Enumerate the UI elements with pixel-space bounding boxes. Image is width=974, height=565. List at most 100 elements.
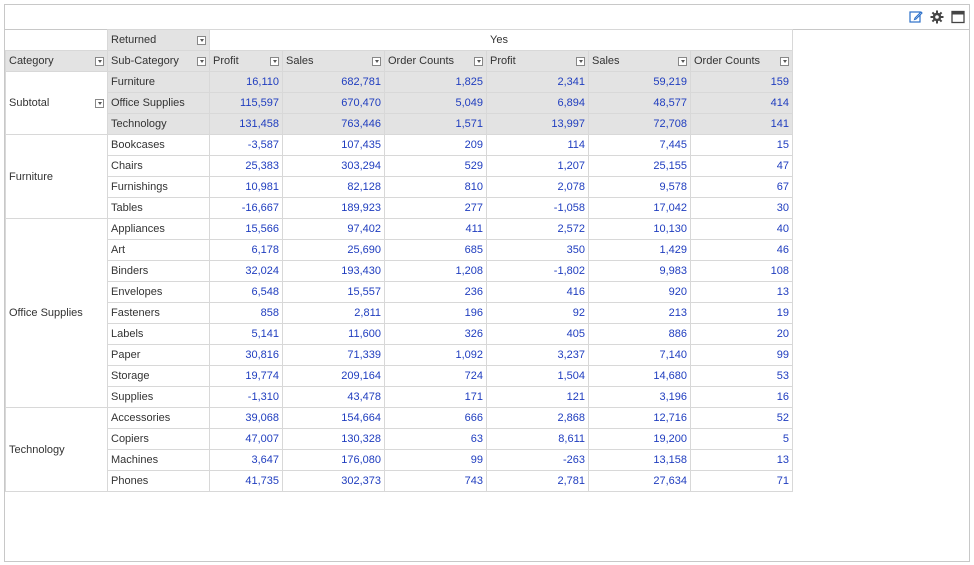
- value-cell: 302,373: [282, 470, 385, 492]
- measure-header-4[interactable]: Sales: [588, 50, 691, 72]
- table-row: Furnishings 10,981 82,128 810 2,078 9,578 67: [6, 176, 793, 198]
- value-cell: 59,219: [588, 71, 691, 93]
- chevron-down-icon[interactable]: [197, 56, 206, 66]
- value-cell: 48,577: [588, 92, 691, 114]
- subcategory-cell: Supplies: [107, 386, 210, 408]
- measure-header-3-content: Profit: [490, 55, 585, 67]
- measure-header-1[interactable]: Sales: [282, 50, 385, 72]
- measure-header-2-label: Order Counts: [388, 55, 455, 67]
- chevron-down-icon[interactable]: [197, 35, 206, 45]
- value-cell: 11,600: [282, 323, 385, 345]
- value-cell: 416: [486, 281, 589, 303]
- value-cell: 3,647: [209, 449, 283, 471]
- value-cell: 46: [690, 239, 793, 261]
- subtotal-row: Subtotal Furniture 16,110 682,781 1,825 2,341…: [5, 71, 793, 135]
- measure-header-4-label: Sales: [592, 55, 620, 67]
- table-row: Copiers 47,007 130,328 63 8,611 19,200 5: [6, 428, 793, 450]
- value-cell: 670,470: [282, 92, 385, 114]
- value-cell: -1,058: [486, 197, 589, 219]
- value-cell: 43,478: [282, 386, 385, 408]
- value-cell: 189,923: [282, 197, 385, 219]
- value-cell: 12,716: [588, 407, 691, 429]
- measure-header-3-label: Profit: [490, 55, 516, 67]
- value-cell: 72,708: [588, 113, 691, 135]
- value-cell: 6,178: [209, 239, 283, 261]
- measure-header-5-label: Order Counts: [694, 55, 761, 67]
- value-cell: 13: [690, 281, 793, 303]
- value-cell: 13: [690, 449, 793, 471]
- chevron-down-icon[interactable]: [678, 56, 687, 66]
- value-cell: 685: [384, 239, 487, 261]
- value-cell: 1,208: [384, 260, 487, 282]
- maximize-icon[interactable]: [950, 9, 965, 24]
- chevron-down-icon[interactable]: [372, 56, 381, 66]
- chevron-down-icon[interactable]: [576, 56, 585, 66]
- value-cell: 25,383: [209, 155, 283, 177]
- chevron-down-icon[interactable]: [270, 56, 279, 66]
- value-cell: 27,634: [588, 470, 691, 492]
- measure-header-2[interactable]: Order Counts: [384, 50, 487, 72]
- measure-header-0-label: Profit: [213, 55, 239, 67]
- category-header[interactable]: Category: [5, 50, 108, 72]
- value-cell: 141: [690, 113, 793, 135]
- subcategory-cell: Furnishings: [107, 176, 210, 198]
- subtotal-label-cell[interactable]: Subtotal: [5, 71, 108, 135]
- subtotal-subcategory: Furniture: [107, 71, 210, 93]
- chevron-down-icon[interactable]: [780, 56, 789, 66]
- category-header-content: Category: [9, 55, 104, 67]
- sub-category-header[interactable]: Sub-Category: [107, 50, 210, 72]
- measure-header-3[interactable]: Profit: [486, 50, 589, 72]
- subcategory-cell: Accessories: [107, 407, 210, 429]
- value-cell: 114: [486, 134, 589, 156]
- subcategory-cell: Copiers: [107, 428, 210, 450]
- value-cell: 25,690: [282, 239, 385, 261]
- value-cell: 25,155: [588, 155, 691, 177]
- category-header-label: Category: [9, 55, 54, 67]
- value-cell: 193,430: [282, 260, 385, 282]
- sub-category-header-label: Sub-Category: [111, 55, 179, 67]
- pivot-widget: Returned Yes Category Sub-Category Profit Sal…: [4, 4, 970, 562]
- chevron-down-icon[interactable]: [95, 98, 104, 108]
- value-cell: 3,196: [588, 386, 691, 408]
- value-cell: 30: [690, 197, 793, 219]
- value-cell: 32,024: [209, 260, 283, 282]
- returned-header[interactable]: Returned: [107, 29, 210, 51]
- subtotal-subcategory: Office Supplies: [107, 92, 210, 114]
- value-cell: 39,068: [209, 407, 283, 429]
- value-cell: 15,566: [209, 218, 283, 240]
- value-cell: 30,816: [209, 344, 283, 366]
- value-cell: 20: [690, 323, 793, 345]
- chevron-down-icon[interactable]: [95, 56, 104, 66]
- value-cell: 414: [690, 92, 793, 114]
- value-cell: 47,007: [209, 428, 283, 450]
- measure-header-0[interactable]: Profit: [209, 50, 283, 72]
- value-cell: 159: [690, 71, 793, 93]
- value-cell: 7,140: [588, 344, 691, 366]
- value-cell: 67: [690, 176, 793, 198]
- value-cell: 1,092: [384, 344, 487, 366]
- returned-header-label: Returned: [111, 34, 157, 46]
- value-cell: 405: [486, 323, 589, 345]
- value-cell: 19,200: [588, 428, 691, 450]
- edit-icon[interactable]: [908, 9, 923, 24]
- table-row: Furniture Bookcases -3,587 107,435 209 114 7,4…: [5, 134, 793, 219]
- measure-header-5[interactable]: Order Counts: [690, 50, 793, 72]
- value-cell: 682,781: [282, 71, 385, 93]
- subcategory-cell: Tables: [107, 197, 210, 219]
- value-cell: 196: [384, 302, 487, 324]
- subcategory-cell: Machines: [107, 449, 210, 471]
- widget-toolbar: [5, 5, 969, 30]
- value-cell: 743: [384, 470, 487, 492]
- gear-icon[interactable]: [929, 9, 944, 24]
- value-cell: 71,339: [282, 344, 385, 366]
- value-cell: 2,078: [486, 176, 589, 198]
- value-cell: 13,158: [588, 449, 691, 471]
- subtotal-label-content: Subtotal: [9, 97, 104, 109]
- value-cell: 171: [384, 386, 487, 408]
- table-row: Labels 5,141 11,600 326 405 886 20: [6, 323, 793, 345]
- value-cell: 107,435: [282, 134, 385, 156]
- value-cell: 8,611: [486, 428, 589, 450]
- value-cell: 121: [486, 386, 589, 408]
- table-row: Chairs 25,383 303,294 529 1,207 25,155 47: [6, 155, 793, 177]
- chevron-down-icon[interactable]: [474, 56, 483, 66]
